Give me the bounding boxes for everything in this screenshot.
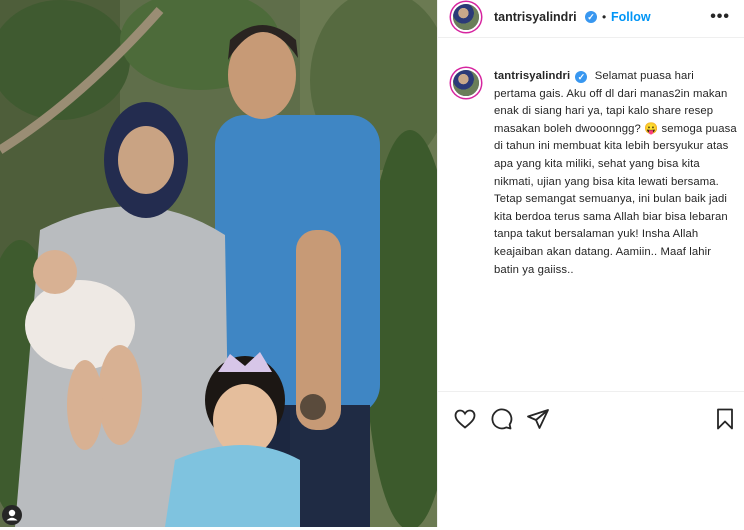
post-header: tantrisyalindri ✓ • Follow ••• xyxy=(438,0,744,38)
heart-outline-icon[interactable] xyxy=(453,407,477,431)
caption-verified-badge-icon: ✓ xyxy=(575,71,588,83)
separator-dot: • xyxy=(602,10,607,24)
bookmark-outline-icon[interactable] xyxy=(713,407,737,431)
header-username[interactable]: tantrisyalindri xyxy=(494,10,577,24)
action-bar xyxy=(438,400,744,440)
caption-avatar[interactable] xyxy=(451,68,481,98)
verified-badge-icon: ✓ xyxy=(585,11,597,23)
more-options-icon[interactable]: ••• xyxy=(710,8,730,26)
user-tag-icon[interactable] xyxy=(2,505,22,525)
avatar[interactable] xyxy=(451,2,481,32)
post-side-panel: tantrisyalindri ✓ • Follow ••• tantrisya… xyxy=(437,0,744,527)
caption-area: tantrisyalindri ✓ Selamat puasa hari per… xyxy=(438,38,744,392)
follow-button[interactable]: Follow xyxy=(611,10,651,24)
post-photo[interactable] xyxy=(0,0,437,527)
paper-plane-icon[interactable] xyxy=(526,407,550,431)
family-photo-illustration xyxy=(0,0,437,527)
caption-body: Selamat puasa hari pertama gais. Aku off… xyxy=(494,70,737,276)
caption-username[interactable]: tantrisyalindri xyxy=(494,70,570,82)
comment-bubble-icon[interactable] xyxy=(489,407,513,431)
caption-text: tantrisyalindri ✓ Selamat puasa hari per… xyxy=(494,68,738,279)
